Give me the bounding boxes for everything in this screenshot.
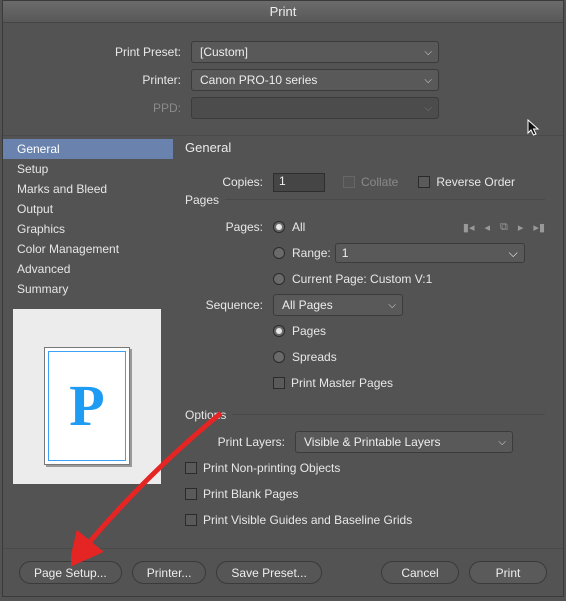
current-page-label: Current Page: Custom V:1 [292,272,432,286]
print-master-checkbox[interactable] [273,377,285,389]
blank-pages-checkbox[interactable] [185,488,197,500]
print-layers-label: Print Layers: [185,435,295,449]
printer-dropdown[interactable]: Canon PRO-10 series ⌵ [191,69,439,91]
pages-group-title: Pages [185,193,225,207]
ppd-label: PPD: [3,101,191,115]
print-button[interactable]: Print [469,561,547,584]
first-page-icon[interactable]: ▮◂ [463,221,475,234]
chevron-down-icon: ⌵ [498,437,506,448]
chevron-down-icon: ⌵ [424,103,432,114]
pages-radio[interactable] [273,325,285,337]
sidebar-list: General Setup Marks and Bleed Output Gra… [3,139,173,299]
chevron-down-icon: ⌵ [509,246,518,261]
spreads-radio[interactable] [273,351,285,363]
pages-label: Pages: [185,220,273,234]
panel-heading: General [185,140,545,155]
sidebar-item-general[interactable]: General [3,139,173,159]
options-group: Options Print Layers: Visible & Printabl… [185,414,545,531]
pages-range-radio[interactable] [273,247,285,259]
preview-glyph: P [69,377,104,435]
nonprinting-label: Print Non-printing Objects [203,461,340,475]
printer-button[interactable]: Printer... [132,561,207,584]
copies-label: Copies: [185,175,273,189]
sidebar-item-color-management[interactable]: Color Management [3,239,173,259]
print-master-label: Print Master Pages [291,376,393,390]
sidebar: General Setup Marks and Bleed Output Gra… [3,136,173,574]
reverse-order-checkbox[interactable] [418,176,430,188]
sidebar-item-summary[interactable]: Summary [3,279,173,299]
sidebar-item-marks-bleed[interactable]: Marks and Bleed [3,179,173,199]
pages-all-radio[interactable] [273,221,285,233]
range-input[interactable]: 1 ⌵ [335,243,525,263]
title-bar: Print [3,1,563,23]
guides-checkbox[interactable] [185,514,197,526]
save-preset-button[interactable]: Save Preset... [216,561,321,584]
nonprinting-checkbox[interactable] [185,462,197,474]
pages-all-label: All [292,220,305,234]
print-preset-label: Print Preset: [3,45,191,59]
pages-radio-label: Pages [292,324,326,338]
sidebar-item-setup[interactable]: Setup [3,159,173,179]
print-preset-value: [Custom] [200,45,248,59]
chevron-down-icon: ⌵ [424,75,432,86]
last-page-icon[interactable]: ▸▮ [533,221,545,234]
cancel-button[interactable]: Cancel [381,561,459,584]
sequence-label: Sequence: [185,298,273,312]
page-nav-icons: ▮◂ ◂ ⧉ ▸ ▸▮ [463,221,545,234]
print-layers-dropdown[interactable]: Visible & Printable Layers ⌵ [295,431,513,453]
chevron-down-icon: ⌵ [388,300,396,311]
print-preset-dropdown[interactable]: [Custom] ⌵ [191,41,439,63]
body: General Setup Marks and Bleed Output Gra… [3,136,563,574]
guides-label: Print Visible Guides and Baseline Grids [203,513,412,527]
spreads-radio-label: Spreads [292,350,337,364]
preview-page: P [44,347,130,465]
reverse-order-label: Reverse Order [436,175,515,189]
sidebar-item-advanced[interactable]: Advanced [3,259,173,279]
chevron-down-icon: ⌵ [424,47,432,58]
options-group-title: Options [185,408,232,422]
range-value: 1 [342,246,349,260]
footer: Page Setup... Printer... Save Preset... … [3,548,563,596]
range-label: Range: [292,246,331,260]
sidebar-item-graphics[interactable]: Graphics [3,219,173,239]
next-page-icon[interactable]: ▸ [518,221,524,234]
sidebar-item-output[interactable]: Output [3,199,173,219]
collate-label: Collate [361,175,398,189]
spread-icon[interactable]: ⧉ [500,221,508,234]
printer-value: Canon PRO-10 series [200,73,317,87]
sequence-value: All Pages [282,298,333,312]
page-setup-button[interactable]: Page Setup... [19,561,122,584]
page-preview: P [13,309,161,484]
pages-current-radio[interactable] [273,273,285,285]
print-layers-value: Visible & Printable Layers [304,435,441,449]
print-dialog: Print Print Preset: [Custom] ⌵ Printer: … [2,0,564,597]
pages-group: Pages Pages: All ▮◂ ◂ ⧉ ▸ ▸▮ [185,199,545,394]
top-controls: Print Preset: [Custom] ⌵ Printer: Canon … [3,23,563,136]
collate-checkbox [343,176,355,188]
printer-label: Printer: [3,73,191,87]
prev-page-icon[interactable]: ◂ [485,221,491,234]
sequence-dropdown[interactable]: All Pages ⌵ [273,294,403,316]
main-panel: General Copies: 1 Collate Reverse Order … [173,136,563,574]
dialog-title: Print [270,4,297,19]
blank-pages-label: Print Blank Pages [203,487,298,501]
copies-input[interactable]: 1 [273,173,325,192]
ppd-dropdown: ⌵ [191,97,439,119]
